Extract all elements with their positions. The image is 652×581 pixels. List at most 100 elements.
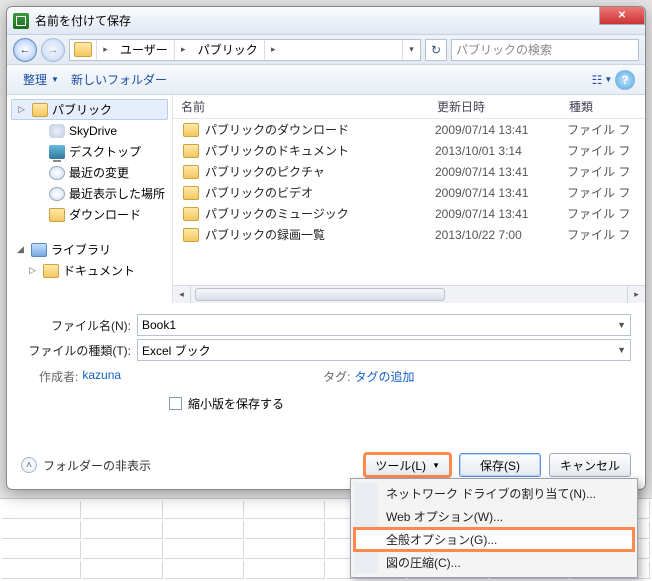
tree-documents[interactable]: ▷ ドキュメント	[7, 260, 172, 281]
chevron-right-icon[interactable]: ▸	[174, 40, 192, 60]
tree-item-label: ダウンロード	[69, 206, 141, 223]
filetype-select[interactable]: Excel ブック ▼	[137, 339, 631, 361]
refresh-button[interactable]: ↻	[425, 39, 447, 61]
nav-tree[interactable]: ▷パブリックSkyDriveデスクトップ最近の変更最近表示した場所ダウンロード …	[7, 95, 173, 303]
chevron-down-icon[interactable]: ▾	[402, 40, 420, 60]
file-type: ファイル フ	[567, 163, 630, 180]
col-name[interactable]: 名前	[173, 98, 429, 115]
col-date[interactable]: 更新日時	[429, 98, 561, 115]
file-type: ファイル フ	[567, 205, 630, 222]
titlebar[interactable]: 名前を付けて保存 ✕	[7, 7, 645, 35]
chevron-right-icon[interactable]: ▸	[264, 40, 282, 60]
filetype-label: ファイルの種類(T):	[21, 342, 137, 359]
cancel-button[interactable]: キャンセル	[549, 453, 631, 477]
file-date: 2009/07/14 13:41	[435, 123, 567, 137]
scroll-thumb[interactable]	[195, 288, 445, 301]
folder-icon	[49, 208, 65, 222]
file-row[interactable]: パブリックのピクチャ2009/07/14 13:41ファイル フ	[173, 161, 645, 182]
file-row[interactable]: パブリックのドキュメント2013/10/01 3:14ファイル フ	[173, 140, 645, 161]
view-button[interactable]: ☷▼	[589, 70, 615, 90]
folder-icon	[183, 165, 199, 179]
breadcrumb-public[interactable]: パブリック	[192, 40, 264, 60]
tree-item[interactable]: デスクトップ	[7, 141, 172, 162]
screen-icon	[49, 145, 65, 159]
file-date: 2009/07/14 13:41	[435, 165, 567, 179]
file-row[interactable]: パブリックのダウンロード2009/07/14 13:41ファイル フ	[173, 119, 645, 140]
expand-icon[interactable]: ▷	[18, 104, 28, 115]
breadcrumb[interactable]: ▸ ユーザー ▸ パブリック ▸ ▾	[69, 39, 421, 61]
folder-icon	[183, 207, 199, 221]
file-type: ファイル フ	[567, 226, 630, 243]
column-headers[interactable]: 名前 更新日時 種類	[173, 95, 645, 119]
folder-icon	[183, 144, 199, 158]
menu-web-options[interactable]: Web オプション(W)...	[354, 505, 634, 528]
tree-item-label: SkyDrive	[69, 124, 117, 138]
menu-compress-pictures[interactable]: 図の圧縮(C)...	[354, 551, 634, 574]
cloud-icon	[49, 124, 65, 138]
file-name: パブリックの録画一覧	[205, 226, 435, 243]
file-row[interactable]: パブリックの録画一覧2013/10/22 7:00ファイル フ	[173, 224, 645, 245]
file-name: パブリックのビデオ	[205, 184, 435, 201]
filename-input[interactable]: Book1 ▼	[137, 314, 631, 336]
hide-folders-button[interactable]: ˄ フォルダーの非表示	[21, 457, 151, 474]
tree-item-label: 最近表示した場所	[69, 185, 165, 202]
tree-libraries[interactable]: ◢ ライブラリ	[7, 239, 172, 260]
tools-button[interactable]: ツール(L)	[364, 453, 451, 477]
tree-item[interactable]: ダウンロード	[7, 204, 172, 225]
folder-icon	[43, 264, 59, 278]
tag-value[interactable]: タグの追加	[355, 368, 415, 385]
file-type: ファイル フ	[567, 121, 630, 138]
back-button[interactable]: ←	[13, 38, 37, 62]
author-value[interactable]: kazuna	[82, 368, 121, 385]
thumbnail-checkbox[interactable]	[169, 397, 182, 410]
file-row[interactable]: パブリックのミュージック2009/07/14 13:41ファイル フ	[173, 203, 645, 224]
tag-label: タグ:	[323, 368, 350, 385]
tree-item[interactable]: 最近の変更	[7, 162, 172, 183]
folder-icon	[183, 186, 199, 200]
file-name: パブリックのドキュメント	[205, 142, 435, 159]
tree-item[interactable]: 最近表示した場所	[7, 183, 172, 204]
folder-icon	[32, 103, 48, 117]
scroll-right-icon[interactable]: ▸	[627, 286, 645, 303]
excel-icon	[13, 13, 29, 29]
tree-item-label: デスクトップ	[69, 143, 141, 160]
chevron-up-icon: ˄	[21, 457, 37, 473]
file-list: 名前 更新日時 種類 パブリックのダウンロード2009/07/14 13:41フ…	[173, 95, 645, 303]
window-title: 名前を付けて保存	[35, 12, 131, 29]
forward-button[interactable]: →	[41, 38, 65, 62]
clock-icon	[49, 166, 65, 180]
breadcrumb-user[interactable]: ユーザー	[114, 40, 174, 60]
tree-item-label: パブリック	[52, 101, 112, 118]
file-type: ファイル フ	[567, 184, 630, 201]
scroll-left-icon[interactable]: ◂	[173, 286, 191, 303]
library-icon	[31, 243, 47, 257]
menu-general-options[interactable]: 全般オプション(G)...	[354, 528, 634, 551]
chevron-down-icon[interactable]: ▼	[617, 320, 626, 330]
organize-button[interactable]: 整理▼	[17, 69, 65, 90]
chevron-right-icon[interactable]: ▸	[96, 40, 114, 60]
menu-map-network-drive[interactable]: ネットワーク ドライブの割り当て(N)...	[354, 482, 634, 505]
save-button[interactable]: 保存(S)	[459, 453, 541, 477]
file-row[interactable]: パブリックのビデオ2009/07/14 13:41ファイル フ	[173, 182, 645, 203]
chevron-down-icon[interactable]: ▼	[617, 345, 626, 355]
tree-item[interactable]: ▷ パブリック	[11, 99, 168, 120]
horizontal-scrollbar[interactable]: ◂ ▸	[173, 285, 645, 303]
tree-item[interactable]: SkyDrive	[7, 120, 172, 141]
close-button[interactable]: ✕	[599, 7, 645, 25]
folder-icon	[183, 228, 199, 242]
file-name: パブリックのダウンロード	[205, 121, 435, 138]
nav-row: ← → ▸ ユーザー ▸ パブリック ▸ ▾ ↻ パブリックの検索	[7, 35, 645, 65]
search-input[interactable]: パブリックの検索	[451, 39, 639, 61]
file-date: 2013/10/01 3:14	[435, 144, 567, 158]
filename-label: ファイル名(N):	[21, 317, 137, 334]
author-label: 作成者:	[39, 368, 78, 385]
clock-icon	[49, 187, 65, 201]
save-as-dialog: 名前を付けて保存 ✕ ← → ▸ ユーザー ▸ パブリック ▸ ▾ ↻ パブリッ…	[6, 6, 646, 490]
file-name: パブリックのピクチャ	[205, 163, 435, 180]
new-folder-button[interactable]: 新しいフォルダー	[65, 69, 173, 90]
toolbar: 整理▼ 新しいフォルダー ☷▼ ?	[7, 65, 645, 95]
form-area: ファイル名(N): Book1 ▼ ファイルの種類(T): Excel ブック …	[7, 303, 645, 426]
tree-item-label: 最近の変更	[69, 164, 129, 181]
col-type[interactable]: 種類	[561, 98, 645, 115]
help-button[interactable]: ?	[615, 70, 635, 90]
